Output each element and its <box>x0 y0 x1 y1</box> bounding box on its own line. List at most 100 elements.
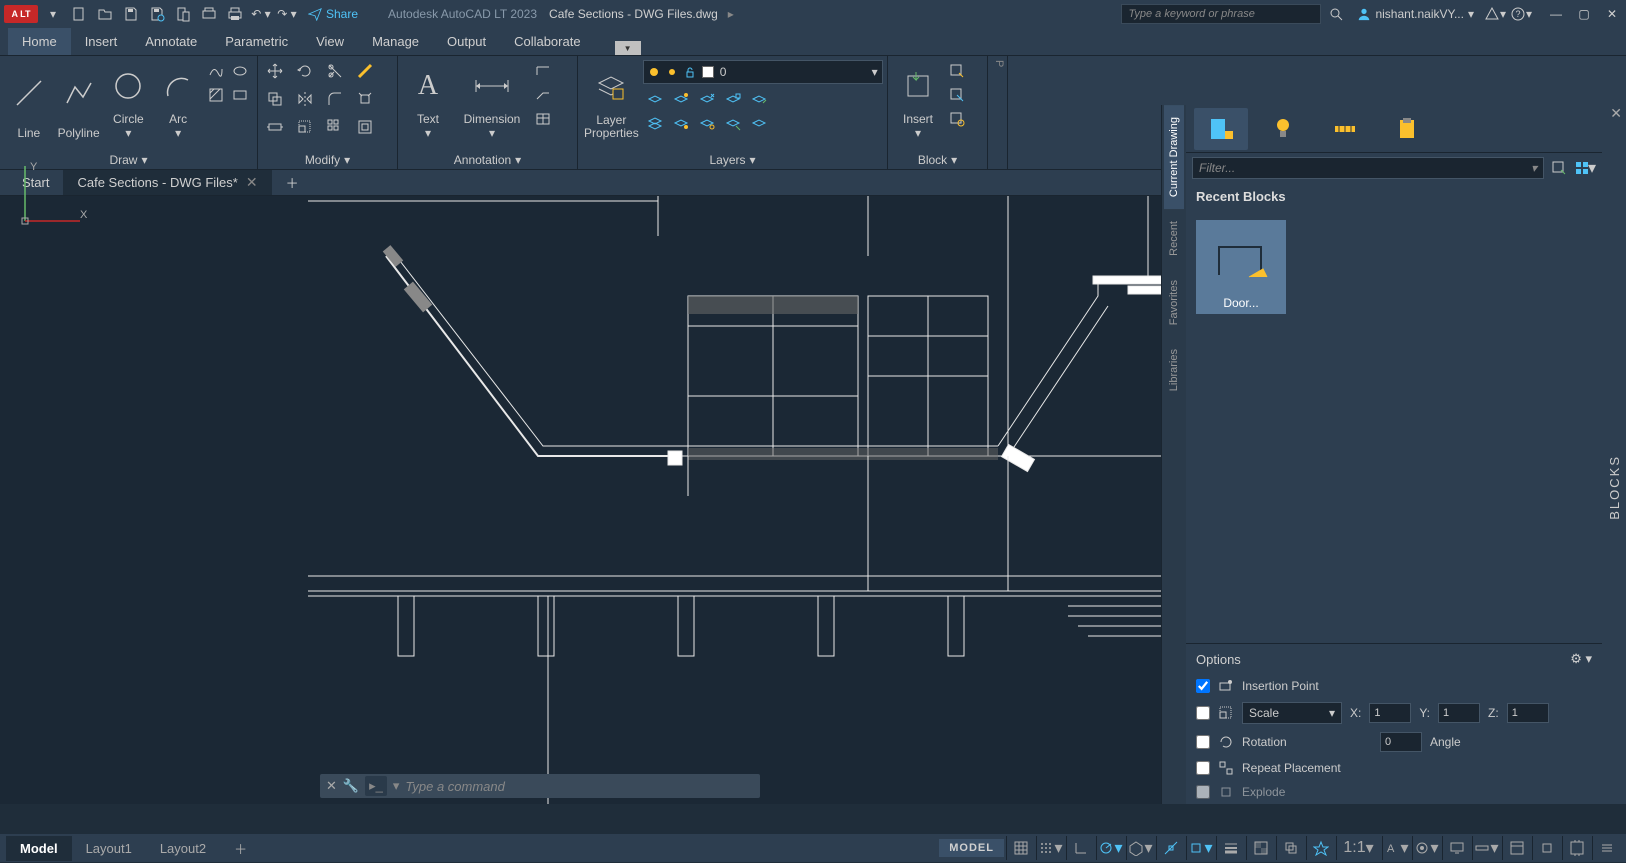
block-item-door[interactable]: Door... <box>1196 220 1286 314</box>
grid-display-icon[interactable] <box>1006 836 1034 860</box>
selection-cycling-icon[interactable] <box>1276 836 1304 860</box>
units-icon[interactable]: ▾ <box>1472 836 1500 860</box>
transparency-icon[interactable] <box>1246 836 1274 860</box>
customization-icon[interactable] <box>1592 836 1620 860</box>
spline-icon[interactable] <box>205 60 227 82</box>
create-block-icon[interactable] <box>946 60 968 82</box>
title-more-arrow[interactable]: ▸ <box>728 7 734 21</box>
side-tab-libraries[interactable]: Libraries <box>1164 337 1184 403</box>
search-input[interactable]: Type a keyword or phrase <box>1121 4 1321 24</box>
annotation-scale-icon[interactable] <box>1306 836 1334 860</box>
snap-mode-icon[interactable]: ▾ <box>1036 836 1064 860</box>
save-icon[interactable] <box>120 3 142 25</box>
search-icon[interactable] <box>1325 3 1347 25</box>
palette-tool-light[interactable] <box>1256 108 1310 150</box>
rectangle-icon[interactable] <box>229 84 251 106</box>
rotate-icon[interactable] <box>294 60 316 82</box>
share-button[interactable]: Share <box>302 7 364 21</box>
clean-screen-icon[interactable] <box>1562 836 1590 860</box>
edit-block-icon[interactable] <box>946 84 968 106</box>
blocks-filter-input[interactable]: Filter...▾ <box>1192 157 1544 179</box>
copy-icon[interactable] <box>264 88 286 110</box>
move-icon[interactable] <box>264 60 286 82</box>
layer-properties-button[interactable]: Layer Properties <box>584 60 639 140</box>
layer-lock-icon[interactable] <box>721 88 745 110</box>
erase-icon[interactable] <box>354 60 376 82</box>
polyline-button[interactable]: Polyline <box>56 60 102 140</box>
ribbon-tab-home[interactable]: Home <box>8 28 71 55</box>
lineweight-icon[interactable] <box>1216 836 1244 860</box>
scale-display[interactable]: 1:1▾ <box>1336 836 1380 860</box>
plot-icon[interactable] <box>198 3 220 25</box>
hatch-icon[interactable] <box>205 84 227 106</box>
annotation-monitor-icon[interactable] <box>1442 836 1470 860</box>
maximize-button[interactable]: ▢ <box>1574 4 1594 24</box>
ribbon-tab-collaborate[interactable]: Collaborate <box>500 28 595 55</box>
trim-icon[interactable] <box>324 60 346 82</box>
add-layout-tab[interactable]: ＋ <box>220 834 261 863</box>
layout2-tab[interactable]: Layout2 <box>146 836 220 861</box>
layer-off-icon[interactable] <box>643 88 667 110</box>
scale-icon[interactable] <box>294 116 316 138</box>
layer-make-current-icon[interactable] <box>747 88 771 110</box>
ellipse-icon[interactable] <box>229 60 251 82</box>
text-button[interactable]: AText▾ <box>404 60 452 140</box>
leader-icon[interactable] <box>532 60 554 82</box>
palette-title-bar[interactable]: BLOCKS <box>1602 105 1626 804</box>
undo-icon[interactable]: ↶ ▾ <box>250 3 272 25</box>
side-tab-favorites[interactable]: Favorites <box>1164 268 1184 337</box>
insert-block-button[interactable]: Insert▾ <box>894 60 942 140</box>
ribbon-tab-annotate[interactable]: Annotate <box>131 28 211 55</box>
model-space-badge[interactable]: MODEL <box>939 839 1004 857</box>
scale-dropdown[interactable]: Scale▾ <box>1242 702 1342 724</box>
palette-tool-paste[interactable] <box>1380 108 1434 150</box>
palette-tool-tool-palettes[interactable] <box>1194 108 1248 150</box>
isolate-objects-icon[interactable] <box>1532 836 1560 860</box>
quick-properties-icon[interactable] <box>1502 836 1530 860</box>
scale-checkbox[interactable] <box>1196 706 1210 720</box>
print-icon[interactable] <box>224 3 246 25</box>
layer-freeze-icon[interactable] <box>695 88 719 110</box>
cmd-customize-icon[interactable]: 🔧 <box>343 778 359 794</box>
arc-button[interactable]: Arc▾ <box>155 60 201 140</box>
command-line[interactable]: ✕ 🔧 ▸_▾ Type a command <box>320 774 760 798</box>
blocks-insert-icon[interactable] <box>1548 157 1570 179</box>
ribbon-tab-view[interactable]: View <box>302 28 358 55</box>
palette-tool-measure[interactable] <box>1318 108 1372 150</box>
web-mobile-icon[interactable] <box>172 3 194 25</box>
blocks-view-icon[interactable]: ▾ <box>1574 157 1596 179</box>
cmd-close-icon[interactable]: ✕ <box>326 778 337 794</box>
explode-icon[interactable] <box>354 88 376 110</box>
insertion-point-checkbox[interactable] <box>1196 679 1210 693</box>
array-icon[interactable] <box>324 116 346 138</box>
polar-tracking-icon[interactable]: ▾ <box>1096 836 1124 860</box>
ribbon-overflow-dropdown[interactable]: ▼ <box>615 41 641 55</box>
rotation-input[interactable] <box>1380 732 1422 752</box>
model-tab[interactable]: Model <box>6 836 72 861</box>
close-button[interactable]: ✕ <box>1602 4 1622 24</box>
layer-match-icon[interactable] <box>643 112 667 134</box>
table-icon[interactable] <box>532 108 554 130</box>
scale-x-input[interactable] <box>1369 703 1411 723</box>
annotation-visibility-icon[interactable]: A▾ <box>1382 836 1410 860</box>
ribbon-tab-manage[interactable]: Manage <box>358 28 433 55</box>
mirror-icon[interactable] <box>294 88 316 110</box>
object-snap-tracking-icon[interactable] <box>1156 836 1184 860</box>
workspace-switching-icon[interactable]: ▾ <box>1412 836 1440 860</box>
layer-walk-icon[interactable] <box>747 112 771 134</box>
fillet-icon[interactable] <box>324 88 346 110</box>
layer-previous-icon[interactable] <box>669 112 693 134</box>
layer-iso-icon[interactable] <box>669 88 693 110</box>
offset-icon[interactable] <box>354 116 376 138</box>
ribbon-tab-insert[interactable]: Insert <box>71 28 132 55</box>
scale-z-input[interactable] <box>1507 703 1549 723</box>
mleader-icon[interactable] <box>532 84 554 106</box>
redo-icon[interactable]: ↷ ▾ <box>276 3 298 25</box>
edit-attr-icon[interactable] <box>946 108 968 130</box>
circle-button[interactable]: Circle▾ <box>106 60 152 140</box>
layout1-tab[interactable]: Layout1 <box>72 836 146 861</box>
autodesk-app-icon[interactable]: ▾ <box>1484 3 1506 25</box>
help-icon[interactable]: ? ▾ <box>1510 3 1532 25</box>
side-tab-recent[interactable]: Recent <box>1164 209 1184 268</box>
options-gear-icon[interactable]: ⚙ ▾ <box>1570 651 1592 667</box>
